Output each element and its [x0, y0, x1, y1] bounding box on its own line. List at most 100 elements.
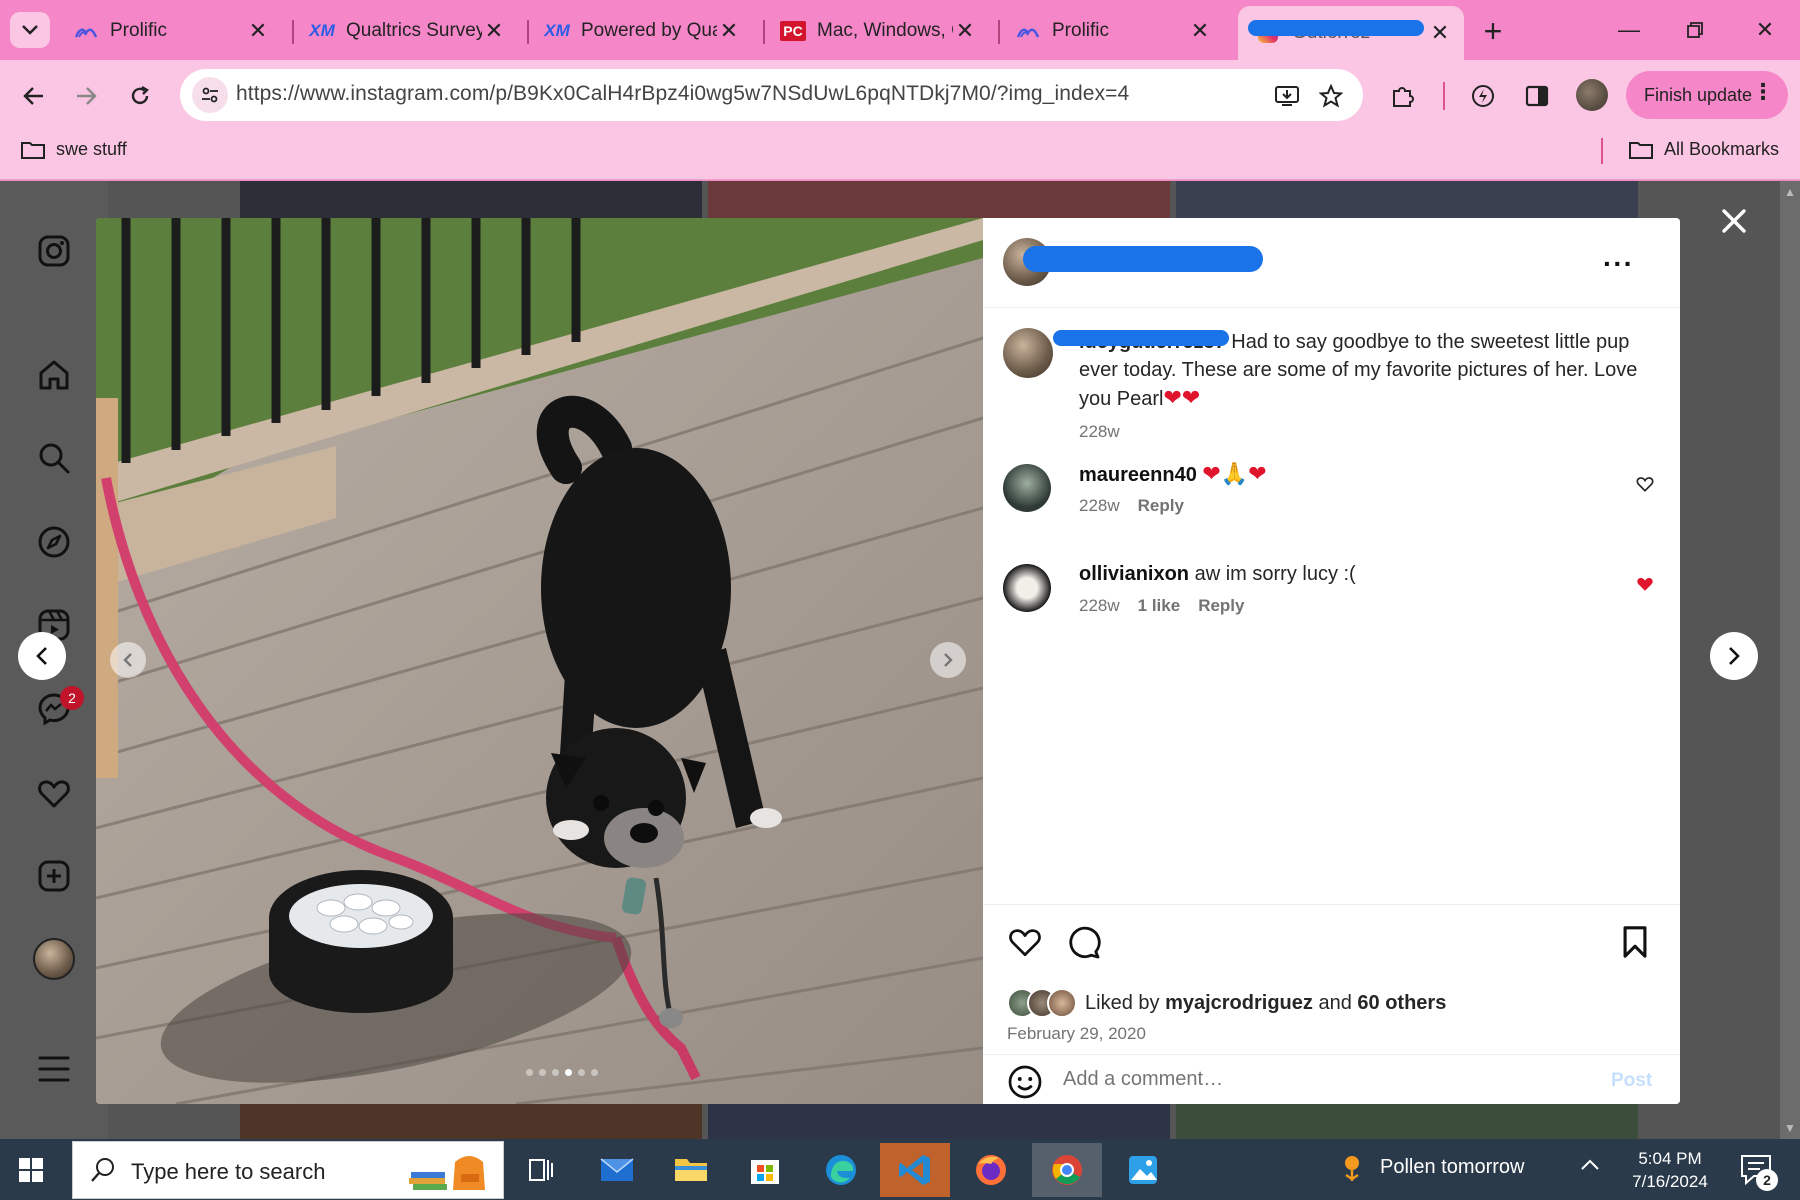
profile-avatar[interactable] — [1576, 79, 1608, 111]
heart-outline-icon — [1636, 477, 1654, 492]
comment-username[interactable]: maureenn40 — [1079, 464, 1197, 486]
tab-label: Prolific — [110, 20, 168, 41]
save-button[interactable] — [1615, 922, 1655, 962]
finish-update-button[interactable]: Finish update ⋮ — [1626, 71, 1788, 119]
minimize-button[interactable]: — — [1604, 12, 1654, 48]
like-button[interactable] — [1005, 922, 1045, 962]
search-icon[interactable] — [32, 436, 76, 480]
windows-start-icon[interactable] — [14, 1153, 48, 1187]
restore-button[interactable] — [1670, 12, 1720, 48]
new-tab-button[interactable]: + — [1476, 13, 1510, 49]
menu-icon[interactable] — [32, 1047, 76, 1091]
site-info-icon[interactable] — [192, 77, 228, 113]
post-modal: ··· lucygutierrez87 Had to say goodbye t… — [96, 218, 1680, 1104]
photo-prev-button[interactable] — [110, 642, 146, 678]
comment-username[interactable]: ollivianixon — [1079, 563, 1189, 585]
mail-icon — [600, 1158, 634, 1181]
taskbar-search[interactable]: Type here to search — [72, 1141, 504, 1199]
comment-emojis: ❤🙏❤ — [1202, 461, 1267, 486]
edge-app[interactable] — [806, 1143, 876, 1197]
close-tab-icon[interactable]: ✕ — [1188, 18, 1212, 43]
all-bookmarks-button[interactable]: All Bookmarks — [1628, 139, 1779, 160]
liker-avatar — [1047, 988, 1077, 1018]
heart-icon[interactable] — [32, 771, 76, 815]
forward-button[interactable] — [66, 76, 106, 116]
more-options-icon[interactable]: ··· — [1603, 248, 1634, 280]
comment-button[interactable] — [1063, 922, 1103, 962]
performance-icon[interactable] — [1465, 76, 1501, 116]
reply-button[interactable]: Reply — [1198, 596, 1244, 616]
emoji-icon[interactable] — [1007, 1064, 1043, 1100]
commenter-avatar[interactable] — [1003, 464, 1051, 512]
tab-qualtrics-survey[interactable]: XM Qualtrics Survey ✕ — [292, 10, 518, 52]
explore-icon[interactable] — [32, 520, 76, 564]
back-button[interactable] — [14, 76, 54, 116]
tab-instagram-active[interactable]: Gutierrez ✕ — [1238, 6, 1464, 60]
scroll-down-arrow-icon[interactable]: ▼ — [1784, 1121, 1796, 1135]
home-icon[interactable] — [32, 353, 76, 397]
liked-by-text[interactable]: Liked by myajcrodriguez and 60 others — [1085, 992, 1446, 1015]
system-clock[interactable]: 5:04 PM 7/16/2024 — [1620, 1147, 1720, 1193]
post-comment-button[interactable]: Post — [1611, 1070, 1652, 1092]
scroll-up-arrow-icon[interactable]: ▲ — [1784, 185, 1796, 199]
tab-powered-by-qualtrics[interactable]: XM Powered by Qua ✕ — [527, 10, 753, 52]
liked-by-user[interactable]: myajcrodriguez — [1165, 992, 1313, 1014]
redacted-username — [1053, 330, 1229, 346]
mail-app[interactable] — [582, 1143, 652, 1197]
tab-search-button[interactable] — [10, 12, 50, 48]
tab-prolific-1[interactable]: Prolific ✕ — [56, 10, 282, 52]
heart-outline-icon — [1009, 929, 1041, 957]
tab-label: Qualtrics Survey — [346, 20, 482, 41]
carousel-dot — [591, 1069, 598, 1076]
close-tab-icon[interactable]: ✕ — [246, 18, 270, 43]
background-post-thumbnail — [708, 1104, 1170, 1139]
vscode-app[interactable] — [880, 1143, 950, 1197]
close-tab-icon[interactable]: ✕ — [482, 18, 506, 43]
bookmark-star-icon[interactable] — [1316, 81, 1346, 111]
carousel-dot — [526, 1069, 533, 1076]
add-comment-bar: Post — [983, 1054, 1680, 1104]
create-icon[interactable] — [32, 854, 76, 898]
previous-post-button[interactable] — [18, 632, 66, 680]
install-app-icon[interactable] — [1272, 81, 1302, 111]
reload-button[interactable] — [120, 76, 160, 116]
close-modal-icon[interactable] — [1716, 203, 1752, 239]
chevron-up-icon[interactable] — [1580, 1157, 1600, 1171]
chrome-app[interactable] — [1032, 1143, 1102, 1197]
page-scrollbar[interactable] — [1780, 181, 1800, 1139]
tab-prolific-2[interactable]: Prolific ✕ — [998, 10, 1224, 52]
folder-icon — [675, 1159, 707, 1181]
photos-app[interactable] — [1108, 1143, 1178, 1197]
close-window-button[interactable]: ✕ — [1740, 12, 1790, 48]
tab-pcmag[interactable]: PC Mac, Windows, C ✕ — [763, 10, 989, 52]
profile-avatar-icon[interactable] — [32, 937, 76, 981]
extensions-icon[interactable] — [1385, 76, 1421, 116]
close-tab-icon[interactable]: ✕ — [717, 18, 741, 43]
task-view-button[interactable] — [506, 1143, 576, 1197]
close-tab-icon[interactable]: ✕ — [953, 18, 977, 43]
weather-widget[interactable]: Pollen tomorrow — [1336, 1151, 1525, 1183]
store-icon — [751, 1160, 779, 1184]
instagram-logo-icon[interactable] — [32, 229, 76, 273]
next-post-button[interactable] — [1710, 632, 1758, 680]
comment-input[interactable] — [1063, 1068, 1583, 1091]
more-vert-icon: ⋮ — [1752, 79, 1774, 104]
commenter-avatar[interactable] — [1003, 564, 1051, 612]
firefox-app[interactable] — [956, 1143, 1026, 1197]
side-panel-icon[interactable] — [1519, 76, 1555, 116]
reply-button[interactable]: Reply — [1138, 496, 1184, 516]
address-bar[interactable]: https://www.instagram.com/p/B9Kx0CalH4rB… — [180, 69, 1363, 121]
comment-likes[interactable]: 1 like — [1138, 596, 1181, 616]
bookmark-icon — [1623, 926, 1647, 958]
post-photo[interactable] — [96, 218, 983, 1104]
author-avatar[interactable] — [1003, 328, 1053, 378]
file-explorer-app[interactable] — [656, 1143, 726, 1197]
comment-like-button[interactable] — [1635, 474, 1655, 494]
microsoft-store-app[interactable] — [730, 1143, 800, 1197]
bookmark-folder-swe-stuff[interactable]: swe stuff — [20, 139, 127, 160]
photo-next-button[interactable] — [930, 642, 966, 678]
liked-by-others[interactable]: 60 others — [1357, 992, 1446, 1014]
close-tab-icon[interactable]: ✕ — [1428, 20, 1452, 45]
comment-like-button[interactable] — [1635, 574, 1655, 594]
qualtrics-icon: XM — [309, 21, 335, 40]
